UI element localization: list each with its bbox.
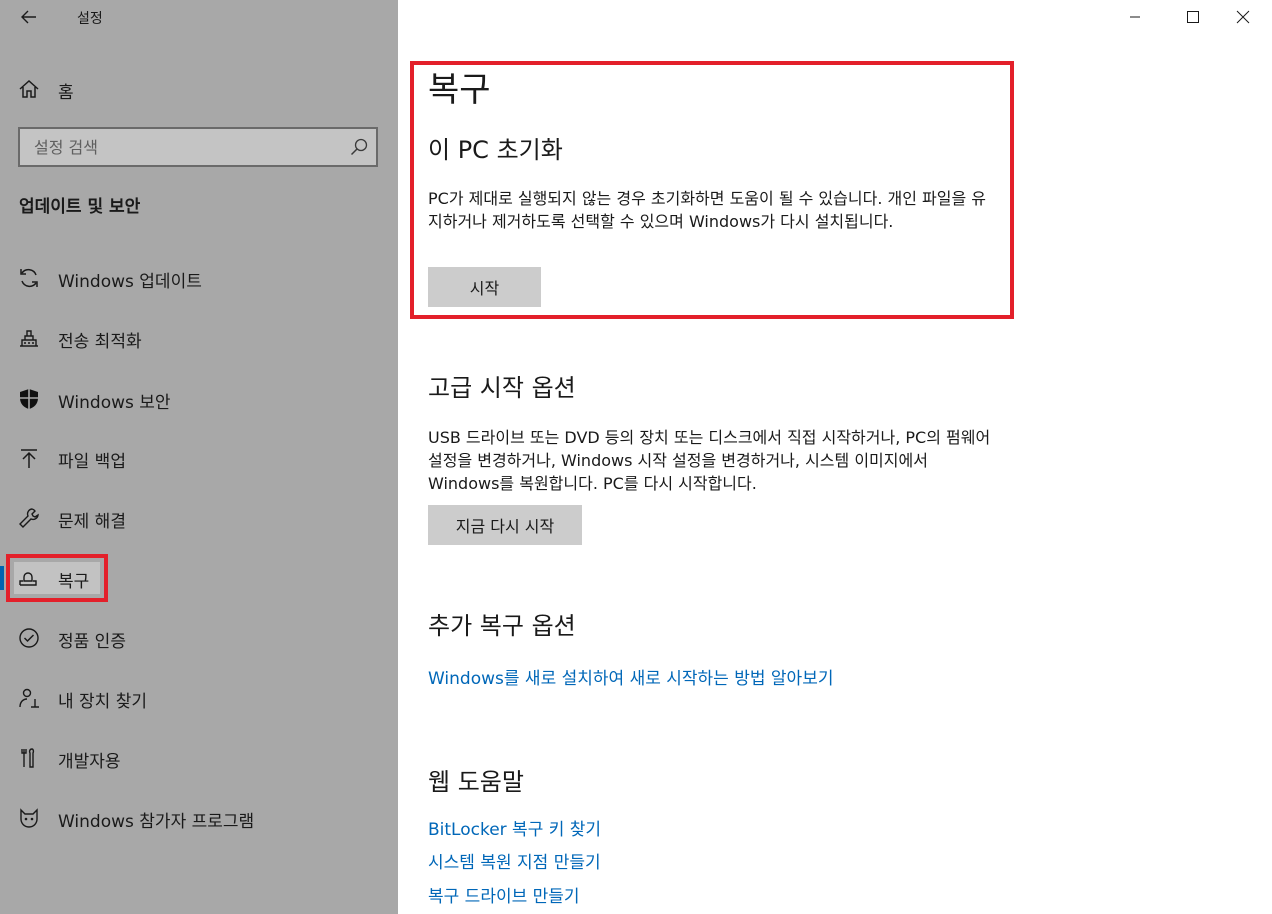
sidebar-item-windows-update[interactable]: Windows 업데이트 — [0, 257, 398, 297]
backup-arrow-icon — [21, 449, 37, 468]
sidebar-item-label: 파일 백업 — [58, 452, 126, 472]
developer-tools-icon — [21, 748, 35, 768]
page-title: 복구 — [428, 70, 491, 110]
sidebar-item-label: 전송 최적화 — [58, 332, 142, 352]
sidebar-item-home[interactable]: 홈 — [0, 70, 398, 106]
sidebar-item-label: Windows 업데이트 — [58, 272, 202, 292]
sidebar-item-find-my-device[interactable]: 내 장치 찾기 — [0, 677, 398, 717]
web-help-heading: 웹 도움말 — [428, 768, 524, 796]
search-input[interactable] — [20, 129, 340, 165]
more-recovery-heading: 추가 복구 옵션 — [428, 612, 576, 640]
advanced-startup-heading: 고급 시작 옵션 — [428, 374, 576, 402]
sidebar: 설정 홈 업데이트 및 보안 Windows 업데이트 전송 최적화 Windo… — [0, 0, 398, 914]
sync-icon — [20, 269, 38, 287]
section-heading: 업데이트 및 보안 — [19, 197, 141, 217]
sidebar-item-troubleshoot[interactable]: 문제 해결 — [0, 497, 398, 537]
recovery-drive-link[interactable]: 복구 드라이브 만들기 — [428, 882, 580, 907]
sidebar-item-delivery-optimization[interactable]: 전송 최적화 — [0, 317, 398, 357]
sidebar-item-label: 홈 — [58, 83, 74, 103]
check-circle-icon — [19, 628, 39, 648]
sidebar-item-label: 내 장치 찾기 — [58, 692, 148, 712]
restore-point-link[interactable]: 시스템 복원 지점 만들기 — [428, 848, 601, 873]
shield-icon — [20, 389, 38, 409]
sidebar-item-label: 개발자용 — [58, 752, 121, 772]
sidebar-item-label: Windows 보안 — [58, 393, 171, 413]
delivery-optimization-icon — [20, 330, 38, 347]
reset-heading: 이 PC 초기화 — [428, 136, 563, 164]
main-content: 복구 이 PC 초기화 PC가 제대로 실행되지 않는 경우 초기화하면 도움이… — [398, 0, 1272, 914]
insider-cat-icon — [20, 808, 38, 828]
wrench-icon — [19, 508, 39, 528]
sidebar-item-file-backup[interactable]: 파일 백업 — [0, 437, 398, 477]
person-location-icon — [19, 688, 39, 708]
sidebar-item-windows-insider[interactable]: Windows 참가자 프로그램 — [0, 797, 398, 837]
reset-description: PC가 제대로 실행되지 않는 경우 초기화하면 도움이 될 수 있습니다. 개… — [428, 189, 986, 231]
sidebar-item-label: 정품 인증 — [58, 632, 126, 652]
back-arrow-icon — [21, 10, 36, 24]
search-box[interactable] — [18, 127, 378, 167]
sidebar-item-for-developers[interactable]: 개발자용 — [0, 737, 398, 777]
sidebar-item-label: Windows 참가자 프로그램 — [58, 812, 255, 832]
title-bar: 설정 — [0, 0, 398, 36]
sidebar-item-activation[interactable]: 정품 인증 — [0, 617, 398, 657]
bitlocker-key-link[interactable]: BitLocker 복구 키 찾기 — [428, 815, 601, 840]
active-indicator — [0, 566, 4, 590]
restart-now-button[interactable]: 지금 다시 시작 — [428, 505, 582, 545]
app-title: 설정 — [77, 11, 103, 27]
recovery-icon — [19, 572, 37, 586]
home-icon — [19, 79, 39, 98]
search-icon[interactable] — [350, 138, 368, 156]
sidebar-item-windows-security[interactable]: Windows 보안 — [0, 378, 398, 418]
advanced-startup-description: USB 드라이브 또는 DVD 등의 장치 또는 디스크에서 직접 시작하거나,… — [428, 428, 991, 493]
reset-start-button[interactable]: 시작 — [428, 267, 541, 307]
sidebar-item-label: 문제 해결 — [58, 512, 126, 532]
back-button[interactable] — [14, 4, 44, 30]
sidebar-item-recovery[interactable]: 복구 — [0, 557, 398, 597]
sidebar-item-label: 복구 — [58, 572, 90, 592]
fresh-start-link[interactable]: Windows를 새로 설치하여 새로 시작하는 방법 알아보기 — [428, 664, 833, 689]
